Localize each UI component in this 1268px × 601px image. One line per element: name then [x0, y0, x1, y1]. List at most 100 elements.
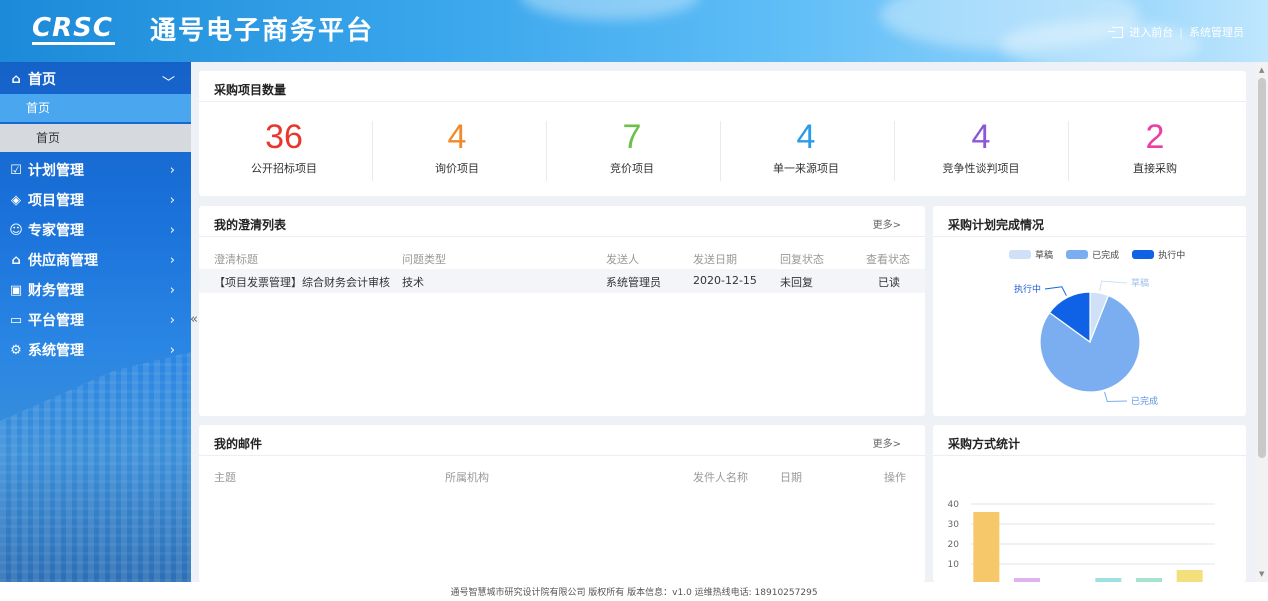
pie-chart: 草稿已完成 执行中 [1014, 277, 1158, 407]
sidebar-item-system[interactable]: ⚙ 系统管理 › [0, 335, 191, 365]
more-link[interactable]: 更多> [873, 435, 901, 450]
card-title: 我的澄清列表 [214, 218, 287, 232]
stat-value: 2 [1145, 118, 1165, 156]
collapse-sidebar-icon[interactable]: « [190, 312, 198, 327]
send-date-cell: 2020-12-15 [693, 274, 757, 287]
stat-label: 竞价项目 [610, 162, 654, 175]
platform-title: 通号电子商务平台 [150, 16, 375, 46]
divider [1068, 121, 1069, 181]
chevron-right-icon: › [169, 193, 175, 208]
sidebar-item-label: 系统管理 [28, 343, 84, 359]
card-title: 采购项目数量 [214, 83, 287, 97]
stat-negotiation[interactable]: 4 竞争性谈判项目 [896, 119, 1066, 176]
mail-card: 我的邮件 更多> 主题 所属机构 发件人名称 日期 操作 [199, 425, 925, 582]
chevron-right-icon: › [169, 313, 175, 328]
sender-cell: 系统管理员 [606, 276, 661, 289]
column-header: 日期 [780, 471, 802, 484]
divider [199, 455, 925, 456]
sidebar-item-project[interactable]: ◈ 项目管理 › [0, 185, 191, 215]
checkbox-icon: ☑ [10, 162, 22, 178]
purchase-method-card: 采购方式统计 10 20 30 40 [933, 425, 1246, 582]
chevron-right-icon: › [169, 283, 175, 298]
stat-label: 询价项目 [435, 162, 479, 175]
stat-label: 直接采购 [1133, 162, 1177, 175]
stat-value: 4 [796, 118, 816, 156]
pie-label-line [1099, 280, 1128, 292]
pie-slice-label: 草稿 [1131, 277, 1149, 289]
stat-label: 公开招标项目 [251, 162, 317, 175]
column-header: 发送人 [606, 253, 639, 266]
crsc-logo: CRSC [32, 13, 115, 45]
home-icon: ⌂ [11, 71, 21, 87]
question-type-cell: 技术 [402, 276, 424, 289]
footer-copyright: 通号智慧城市研究设计院有限公司 版权所有 版本信息：v1.0 运维热线电话: 1… [0, 582, 1268, 601]
users-icon: ☺ [9, 222, 23, 238]
stat-inquiry[interactable]: 4 询价项目 [372, 119, 542, 176]
clarify-title-cell[interactable]: 【项目发票管理】综合财务会计审核 [214, 274, 390, 290]
scroll-down-icon[interactable]: ▼ [1259, 570, 1264, 578]
stat-open-tender[interactable]: 36 公开招标项目 [199, 119, 369, 176]
sidebar-item-label: 专家管理 [28, 223, 84, 239]
enter-frontend-link[interactable]: 进入前台 [1129, 24, 1173, 40]
sidebar-subitem-home[interactable]: 首页 [0, 94, 191, 122]
header-actions: 进入前台 | 系统管理员 [1108, 24, 1244, 40]
stat-label: 单一来源项目 [773, 162, 839, 175]
y-tick-label: 30 [948, 520, 960, 530]
bar[interactable] [973, 512, 1000, 582]
stat-single-source[interactable]: 4 单一来源项目 [721, 119, 891, 176]
sidebar-item-label: 首页 [28, 72, 56, 88]
sidebar-item-label: 平台管理 [28, 313, 84, 329]
finance-icon: ▣ [9, 282, 23, 298]
column-header: 查看状态 [866, 253, 910, 266]
chevron-down-icon: ﹀ [161, 76, 175, 91]
stat-value: 36 [265, 118, 303, 156]
sidebar-item-label: 供应商管理 [28, 253, 98, 269]
sidebar-item-finance[interactable]: ▣ 财务管理 › [0, 275, 191, 305]
enter-icon[interactable] [1108, 26, 1124, 38]
sidebar-item-expert[interactable]: ☺ 专家管理 › [0, 215, 191, 245]
header-bar: CRSC 通号电子商务平台 进入前台 | 系统管理员 [0, 0, 1268, 62]
column-header: 所属机构 [445, 471, 489, 484]
card-title: 我的邮件 [214, 437, 263, 451]
view-status-cell: 已读 [878, 276, 900, 289]
column-header: 发送日期 [693, 253, 737, 266]
y-tick-label: 10 [948, 560, 960, 570]
gear-icon: ⚙ [10, 342, 22, 358]
divider [894, 121, 895, 181]
stat-value: 4 [971, 118, 991, 156]
sidebar-subsubitem-home[interactable]: 首页 [0, 124, 191, 152]
clarify-list-card: 我的澄清列表 更多> 澄清标题 问题类型 发送人 发送日期 回复状态 查看状态 … [199, 206, 925, 416]
shop-icon: ⌂ [11, 252, 21, 268]
bar[interactable] [1176, 570, 1203, 582]
table-row[interactable]: 【项目发票管理】综合财务会计审核 技术 系统管理员 2020-12-15 未回复… [199, 269, 925, 293]
monitor-icon: ▭ [9, 312, 23, 328]
stat-direct-purchase[interactable]: 2 直接采购 [1070, 119, 1240, 176]
divider [933, 236, 1246, 237]
scroll-up-icon[interactable]: ▲ [1259, 66, 1264, 74]
stat-value: 4 [447, 118, 467, 156]
stat-bidding[interactable]: 7 竞价项目 [547, 119, 717, 176]
current-user-link[interactable]: 系统管理员 [1189, 24, 1244, 40]
chevron-right-icon: › [169, 223, 175, 238]
page-scrollbar[interactable]: ▲ ▼ [1256, 62, 1268, 582]
card-title: 采购计划完成情况 [948, 218, 1045, 232]
more-link[interactable]: 更多> [873, 216, 901, 231]
bar-chart: 10 20 30 40 [948, 500, 1215, 582]
sidebar-item-home[interactable]: ⌂ 首页 ﹀ [0, 64, 191, 94]
pie-slice-label: 已完成 [1131, 395, 1158, 407]
column-header: 问题类型 [402, 253, 446, 266]
chevron-right-icon: › [169, 343, 175, 358]
y-tick-label: 20 [948, 540, 960, 550]
sidebar-item-platform[interactable]: ▭ 平台管理 › [0, 305, 191, 335]
column-header: 操作 [884, 471, 906, 484]
sidebar-item-label: 计划管理 [28, 163, 84, 179]
column-header: 主题 [214, 471, 236, 484]
sidebar-item-supplier[interactable]: ⌂ 供应商管理 › [0, 245, 191, 275]
stat-value: 7 [622, 118, 642, 156]
sidebar-item-plan[interactable]: ☑ 计划管理 › [0, 155, 191, 185]
divider [199, 101, 1246, 102]
scroll-thumb[interactable] [1258, 78, 1266, 458]
pie-label-line [1044, 286, 1067, 296]
sidebar-item-label: 项目管理 [28, 193, 84, 209]
chevron-right-icon: › [169, 253, 175, 268]
